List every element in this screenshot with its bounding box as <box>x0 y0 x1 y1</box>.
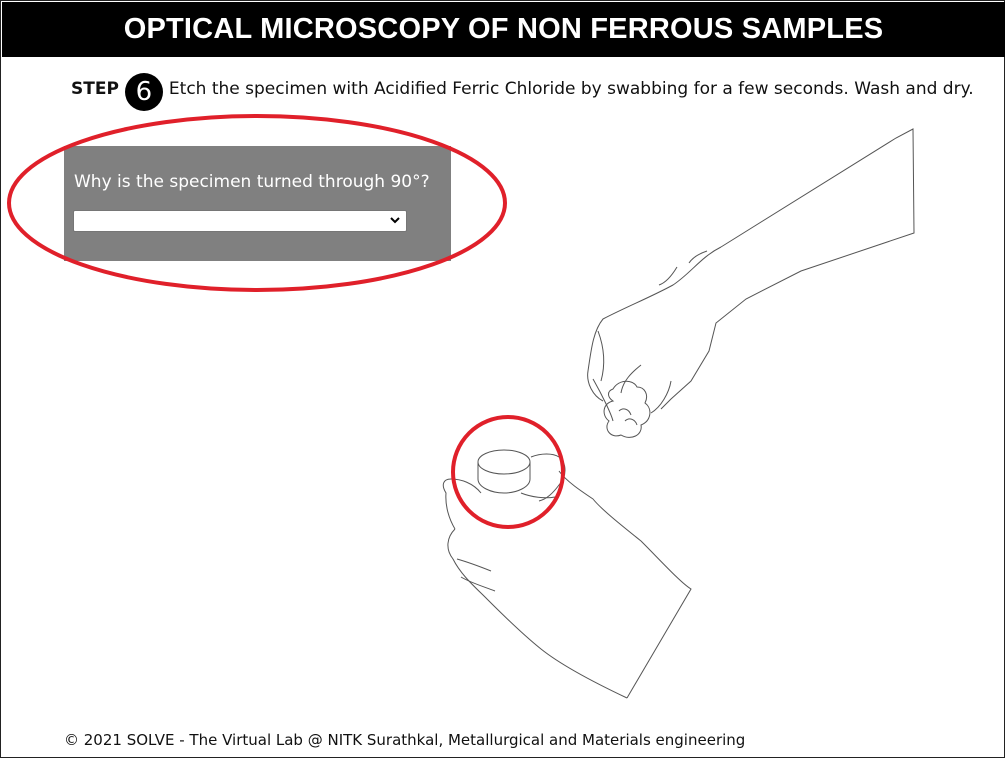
step-number-badge: 6 <box>124 73 163 111</box>
swab-cotton <box>603 380 651 438</box>
chevron-down-icon <box>390 217 400 224</box>
answer-dropdown[interactable] <box>73 210 407 232</box>
specimen-highlight-circle <box>451 415 565 529</box>
etching-illustration <box>7 114 915 699</box>
question-text: Why is the specimen turned through 90°? <box>74 172 430 192</box>
step-label: STEP <box>71 79 119 99</box>
specimen-disc <box>477 449 531 494</box>
app-frame: OPTICAL MICROSCOPY OF NON FERROUS SAMPLE… <box>0 0 1005 758</box>
question-panel: Why is the specimen turned through 90°? <box>64 146 451 261</box>
hand-holding-swab <box>587 128 915 422</box>
hand-holding-specimen <box>442 453 692 699</box>
footer-copyright: © 2021 SOLVE - The Virtual Lab @ NITK Su… <box>64 731 746 749</box>
step-instruction: STEP 6 Etch the specimen with Acidified Fe… <box>64 73 974 111</box>
page-title: OPTICAL MICROSCOPY OF NON FERROUS SAMPLE… <box>2 2 1005 57</box>
step-instruction-text: Etch the specimen with Acidified Ferric … <box>168 79 974 99</box>
